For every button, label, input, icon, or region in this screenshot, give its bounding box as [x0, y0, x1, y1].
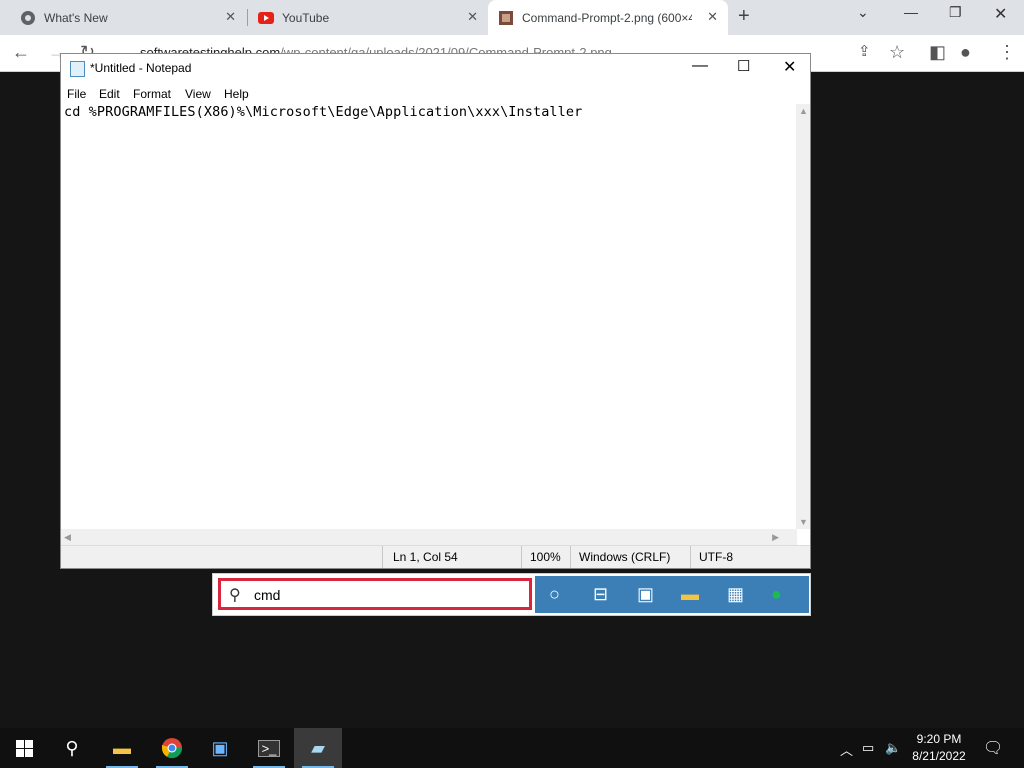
youtube-icon: [258, 11, 274, 24]
browser-tab-bar: What's New ✕ YouTube ✕ Command-Prompt-2.…: [0, 0, 1024, 35]
share-icon[interactable]: ⇪: [858, 42, 871, 60]
taskbar-file-explorer[interactable]: ▬: [98, 728, 146, 768]
close-tab-icon[interactable]: ✕: [707, 9, 718, 25]
file-explorer-icon[interactable]: ▬: [681, 584, 699, 605]
network-icon[interactable]: ▭: [862, 740, 874, 756]
windows-search-bar: ⚲ cmd ○ ⊟ ▣ ▬ ▦ ●: [212, 573, 811, 616]
line-ending: Windows (CRLF): [579, 550, 671, 564]
search-input[interactable]: ⚲ cmd: [218, 578, 532, 610]
clock-time: 9:20 PM: [916, 732, 962, 746]
scroll-up-icon[interactable]: ▲: [799, 106, 808, 116]
notepad-titlebar[interactable]: *Untitled - Notepad — ☐ ✕: [61, 54, 810, 82]
cursor-position: Ln 1, Col 54: [393, 550, 458, 564]
start-button[interactable]: [0, 728, 48, 768]
show-hidden-icons-chevron-icon[interactable]: ︿: [840, 740, 853, 759]
tab-title: Command-Prompt-2.png (600×4: [522, 10, 692, 25]
taskbar-notepad[interactable]: ▰: [294, 728, 342, 768]
spotify-icon[interactable]: ●: [771, 584, 782, 605]
notepad-icon: [70, 61, 85, 77]
tab-youtube[interactable]: YouTube ✕: [238, 0, 488, 35]
chrome-icon: [161, 738, 183, 759]
status-bar: Ln 1, Col 54 100% Windows (CRLF) UTF-8: [61, 545, 810, 568]
clock-date: 8/21/2022: [912, 749, 966, 763]
tab-search-chevron-icon[interactable]: ⌄: [857, 4, 869, 21]
window-title: *Untitled - Notepad: [90, 61, 192, 75]
new-tab-button[interactable]: +: [738, 5, 750, 28]
notepad-icon: ▰: [311, 737, 325, 758]
search-icon: ⚲: [65, 737, 79, 758]
scroll-left-icon[interactable]: ◀: [64, 532, 71, 543]
vertical-scrollbar[interactable]: ▲ ▼: [796, 104, 810, 529]
store-icon[interactable]: ▦: [727, 584, 744, 605]
side-panel-icon[interactable]: ◧: [929, 42, 946, 63]
clock[interactable]: 9:20 PM 8/21/2022: [906, 731, 972, 765]
menu-edit[interactable]: Edit: [99, 87, 120, 101]
tab-title: What's New: [44, 10, 108, 25]
close-tab-icon[interactable]: ✕: [225, 9, 236, 25]
text-editor[interactable]: cd %PROGRAMFILES(X86)%\Microsoft\Edge\Ap…: [61, 104, 797, 529]
taskbar-control-panel[interactable]: ▣: [196, 728, 244, 768]
tab-whats-new[interactable]: What's New ✕: [0, 0, 246, 35]
folder-icon: ▬: [113, 737, 131, 758]
profile-icon[interactable]: ●: [960, 42, 971, 63]
menu-bar: File Edit Format View Help: [61, 82, 810, 104]
restore-button[interactable]: ❐: [949, 4, 962, 21]
notifications-icon[interactable]: 🗨: [983, 738, 1003, 758]
minimize-button[interactable]: —: [904, 4, 918, 20]
status-divider: [521, 546, 522, 568]
menu-view[interactable]: View: [185, 87, 211, 101]
chrome-icon: [21, 10, 35, 25]
horizontal-scrollbar[interactable]: ◀ ▶: [61, 529, 797, 546]
control-panel-icon: ▣: [211, 737, 229, 758]
maximize-button[interactable]: ☐: [737, 57, 750, 75]
menu-file[interactable]: File: [67, 87, 86, 101]
editor-content: cd %PROGRAMFILES(X86)%\Microsoft\Edge\Ap…: [64, 104, 583, 120]
cortana-icon[interactable]: ○: [549, 584, 560, 605]
back-arrow-icon[interactable]: ←: [12, 42, 30, 63]
image-icon: [499, 10, 513, 25]
volume-icon[interactable]: 🔈: [885, 740, 901, 756]
scroll-right-icon[interactable]: ▶: [772, 532, 779, 543]
taskbar-command-prompt[interactable]: >_: [245, 728, 293, 768]
close-tab-icon[interactable]: ✕: [467, 9, 478, 25]
search-icon: ⚲: [229, 587, 241, 604]
minimize-button[interactable]: —: [692, 57, 708, 75]
scroll-down-icon[interactable]: ▼: [799, 517, 808, 527]
search-query: cmd: [254, 587, 281, 603]
control-panel-icon[interactable]: ▣: [637, 584, 654, 605]
tab-command-prompt-image[interactable]: Command-Prompt-2.png (600×4 ✕: [488, 0, 728, 35]
windows-taskbar: ⚲ ▬ ▣ >_ ▰ ︿ ▭ 🔈 9:20 PM 8/21/2022 🗨: [0, 728, 1024, 768]
status-divider: [570, 546, 571, 568]
bookmark-star-icon[interactable]: ☆: [889, 42, 905, 63]
notepad-window: *Untitled - Notepad — ☐ ✕ File Edit Form…: [60, 53, 811, 569]
menu-help[interactable]: Help: [224, 87, 249, 101]
close-button[interactable]: ✕: [783, 57, 796, 77]
close-window-button[interactable]: ✕: [994, 4, 1007, 24]
task-view-icon[interactable]: ⊟: [593, 584, 608, 605]
zoom-level: 100%: [530, 550, 561, 564]
status-divider: [690, 546, 691, 568]
menu-kebab-icon[interactable]: ⋮: [998, 42, 1016, 63]
windows-logo-icon: [15, 739, 33, 757]
status-divider: [382, 546, 383, 568]
tab-title: YouTube: [282, 10, 330, 25]
search-taskbar-icons: ○ ⊟ ▣ ▬ ▦ ●: [535, 576, 809, 613]
terminal-icon: >_: [257, 739, 281, 757]
encoding: UTF-8: [699, 550, 733, 564]
menu-format[interactable]: Format: [133, 87, 171, 101]
taskbar-chrome[interactable]: [148, 728, 196, 768]
search-button[interactable]: ⚲: [48, 728, 96, 768]
